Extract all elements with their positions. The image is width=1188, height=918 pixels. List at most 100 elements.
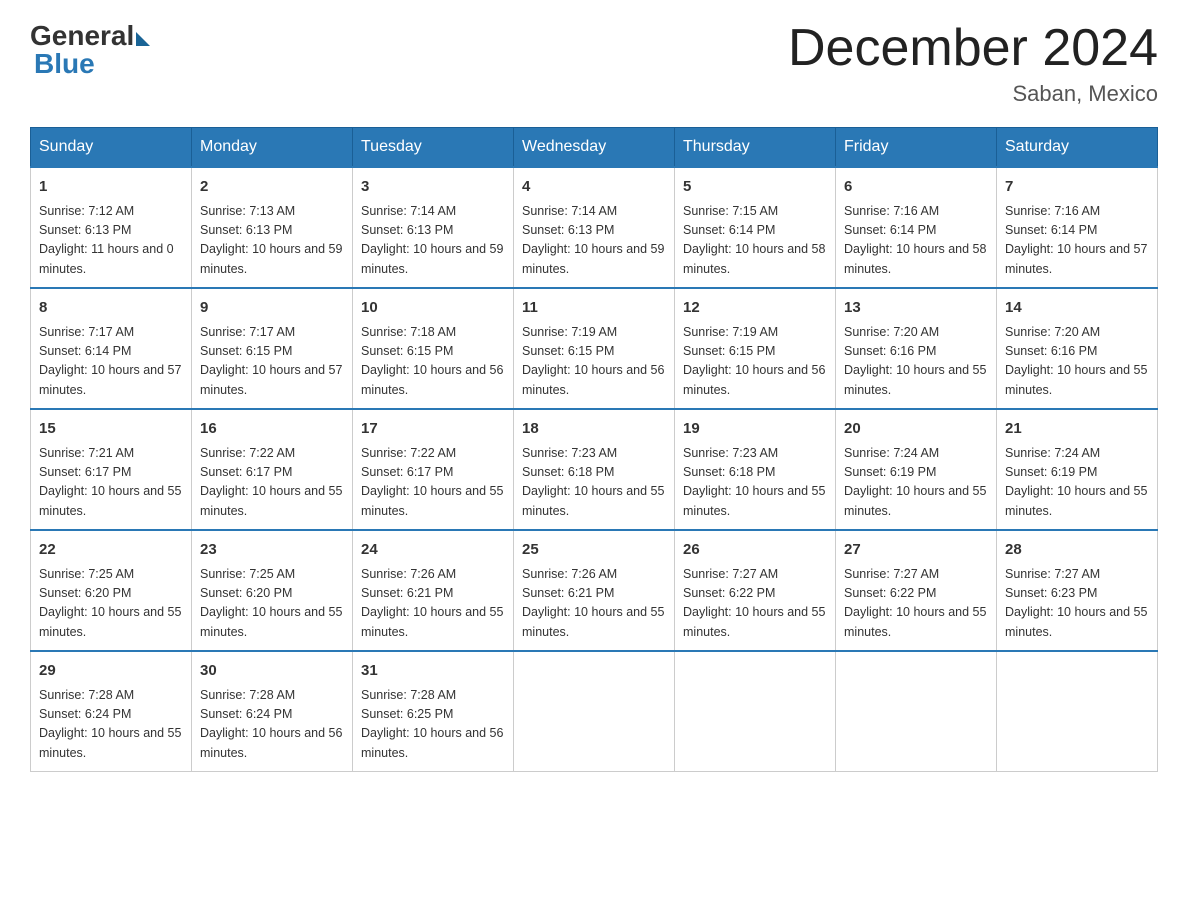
day-info: Sunrise: 7:28 AMSunset: 6:24 PMDaylight:… xyxy=(200,686,344,764)
day-number: 12 xyxy=(683,297,827,320)
column-header-friday: Friday xyxy=(836,128,997,168)
day-info: Sunrise: 7:25 AMSunset: 6:20 PMDaylight:… xyxy=(200,565,344,643)
day-number: 1 xyxy=(39,176,183,199)
calendar-cell: 2 Sunrise: 7:13 AMSunset: 6:13 PMDaylight… xyxy=(192,167,353,288)
calendar-week-row: 1Sunrise: 7:12 AMSunset: 6:13 PMDaylight… xyxy=(31,167,1158,288)
calendar-cell: 29 Sunrise: 7:28 AMSunset: 6:24 PMDayligh… xyxy=(31,651,192,772)
calendar-cell: 4 Sunrise: 7:14 AMSunset: 6:13 PMDaylight… xyxy=(514,167,675,288)
day-number: 9 xyxy=(200,297,344,320)
day-number: 26 xyxy=(683,539,827,562)
calendar-cell: 3Sunrise: 7:14 AMSunset: 6:13 PMDaylight… xyxy=(353,167,514,288)
column-header-thursday: Thursday xyxy=(675,128,836,168)
calendar-cell: 9 Sunrise: 7:17 AMSunset: 6:15 PMDaylight… xyxy=(192,288,353,409)
page-header: General Blue December 2024 Saban, Mexico xyxy=(30,20,1158,107)
calendar-cell xyxy=(836,651,997,772)
calendar-cell: 25Sunrise: 7:26 AMSunset: 6:21 PMDayligh… xyxy=(514,530,675,651)
calendar-cell: 15Sunrise: 7:21 AMSunset: 6:17 PMDayligh… xyxy=(31,409,192,530)
day-info: Sunrise: 7:24 AMSunset: 6:19 PMDaylight:… xyxy=(844,444,988,522)
day-info: Sunrise: 7:26 AMSunset: 6:21 PMDaylight:… xyxy=(361,565,505,643)
day-info: Sunrise: 7:21 AMSunset: 6:17 PMDaylight:… xyxy=(39,444,183,522)
day-number: 27 xyxy=(844,539,988,562)
column-header-sunday: Sunday xyxy=(31,128,192,168)
month-title: December 2024 xyxy=(788,20,1158,77)
day-info: Sunrise: 7:26 AMSunset: 6:21 PMDaylight:… xyxy=(522,565,666,643)
day-info: Sunrise: 7:16 AMSunset: 6:14 PMDaylight:… xyxy=(1005,202,1149,280)
column-header-tuesday: Tuesday xyxy=(353,128,514,168)
day-number: 6 xyxy=(844,176,988,199)
calendar-cell xyxy=(675,651,836,772)
day-info: Sunrise: 7:24 AMSunset: 6:19 PMDaylight:… xyxy=(1005,444,1149,522)
column-header-saturday: Saturday xyxy=(997,128,1158,168)
day-number: 22 xyxy=(39,539,183,562)
calendar-cell: 26Sunrise: 7:27 AMSunset: 6:22 PMDayligh… xyxy=(675,530,836,651)
location-text: Saban, Mexico xyxy=(788,81,1158,107)
day-info: Sunrise: 7:19 AMSunset: 6:15 PMDaylight:… xyxy=(683,323,827,401)
day-number: 17 xyxy=(361,418,505,441)
column-header-wednesday: Wednesday xyxy=(514,128,675,168)
calendar-cell: 27Sunrise: 7:27 AMSunset: 6:22 PMDayligh… xyxy=(836,530,997,651)
day-info: Sunrise: 7:20 AMSunset: 6:16 PMDaylight:… xyxy=(844,323,988,401)
day-info: Sunrise: 7:19 AMSunset: 6:15 PMDaylight:… xyxy=(522,323,666,401)
day-number: 21 xyxy=(1005,418,1149,441)
calendar-cell: 16 Sunrise: 7:22 AMSunset: 6:17 PMDayligh… xyxy=(192,409,353,530)
day-number: 8 xyxy=(39,297,183,320)
calendar-cell xyxy=(997,651,1158,772)
calendar-week-row: 15Sunrise: 7:21 AMSunset: 6:17 PMDayligh… xyxy=(31,409,1158,530)
day-number: 10 xyxy=(361,297,505,320)
day-number: 16 xyxy=(200,418,344,441)
day-number: 5 xyxy=(683,176,827,199)
day-number: 28 xyxy=(1005,539,1149,562)
day-number: 19 xyxy=(683,418,827,441)
calendar-cell: 12 Sunrise: 7:19 AMSunset: 6:15 PMDayligh… xyxy=(675,288,836,409)
calendar-cell: 14Sunrise: 7:20 AMSunset: 6:16 PMDayligh… xyxy=(997,288,1158,409)
calendar-cell: 30 Sunrise: 7:28 AMSunset: 6:24 PMDayligh… xyxy=(192,651,353,772)
day-info: Sunrise: 7:28 AMSunset: 6:24 PMDaylight:… xyxy=(39,686,183,764)
calendar-week-row: 22 Sunrise: 7:25 AMSunset: 6:20 PMDayligh… xyxy=(31,530,1158,651)
day-info: Sunrise: 7:17 AMSunset: 6:15 PMDaylight:… xyxy=(200,323,344,401)
calendar-cell: 22Sunrise: 7:25 AMSunset: 6:20 PMDayligh… xyxy=(31,530,192,651)
calendar-cell: 31Sunrise: 7:28 AMSunset: 6:25 PMDayligh… xyxy=(353,651,514,772)
day-info: Sunrise: 7:14 AMSunset: 6:13 PMDaylight:… xyxy=(361,202,505,280)
day-number: 20 xyxy=(844,418,988,441)
day-number: 14 xyxy=(1005,297,1149,320)
logo-blue-text: Blue xyxy=(34,48,95,80)
calendar-cell: 10Sunrise: 7:18 AMSunset: 6:15 PMDayligh… xyxy=(353,288,514,409)
title-section: December 2024 Saban, Mexico xyxy=(788,20,1158,107)
calendar-cell: 19Sunrise: 7:23 AMSunset: 6:18 PMDayligh… xyxy=(675,409,836,530)
day-info: Sunrise: 7:27 AMSunset: 6:23 PMDaylight:… xyxy=(1005,565,1149,643)
calendar-cell: 8 Sunrise: 7:17 AMSunset: 6:14 PMDaylight… xyxy=(31,288,192,409)
calendar-cell: 21 Sunrise: 7:24 AMSunset: 6:19 PMDayligh… xyxy=(997,409,1158,530)
day-info: Sunrise: 7:22 AMSunset: 6:17 PMDaylight:… xyxy=(200,444,344,522)
column-header-monday: Monday xyxy=(192,128,353,168)
calendar-cell: 18Sunrise: 7:23 AMSunset: 6:18 PMDayligh… xyxy=(514,409,675,530)
day-info: Sunrise: 7:28 AMSunset: 6:25 PMDaylight:… xyxy=(361,686,505,764)
calendar-cell: 7 Sunrise: 7:16 AMSunset: 6:14 PMDaylight… xyxy=(997,167,1158,288)
day-number: 23 xyxy=(200,539,344,562)
calendar-cell: 28 Sunrise: 7:27 AMSunset: 6:23 PMDayligh… xyxy=(997,530,1158,651)
day-info: Sunrise: 7:13 AMSunset: 6:13 PMDaylight:… xyxy=(200,202,344,280)
day-number: 30 xyxy=(200,660,344,683)
calendar-table: SundayMondayTuesdayWednesdayThursdayFrid… xyxy=(30,127,1158,772)
calendar-cell: 24 Sunrise: 7:26 AMSunset: 6:21 PMDayligh… xyxy=(353,530,514,651)
calendar-cell: 13 Sunrise: 7:20 AMSunset: 6:16 PMDayligh… xyxy=(836,288,997,409)
calendar-cell: 20 Sunrise: 7:24 AMSunset: 6:19 PMDayligh… xyxy=(836,409,997,530)
day-number: 7 xyxy=(1005,176,1149,199)
calendar-cell: 1Sunrise: 7:12 AMSunset: 6:13 PMDaylight… xyxy=(31,167,192,288)
logo-arrow-icon xyxy=(136,32,150,46)
day-number: 24 xyxy=(361,539,505,562)
day-info: Sunrise: 7:17 AMSunset: 6:14 PMDaylight:… xyxy=(39,323,183,401)
day-info: Sunrise: 7:14 AMSunset: 6:13 PMDaylight:… xyxy=(522,202,666,280)
day-number: 4 xyxy=(522,176,666,199)
day-info: Sunrise: 7:15 AMSunset: 6:14 PMDaylight:… xyxy=(683,202,827,280)
calendar-week-row: 29 Sunrise: 7:28 AMSunset: 6:24 PMDayligh… xyxy=(31,651,1158,772)
calendar-header-row: SundayMondayTuesdayWednesdayThursdayFrid… xyxy=(31,128,1158,168)
calendar-cell: 17 Sunrise: 7:22 AMSunset: 6:17 PMDayligh… xyxy=(353,409,514,530)
day-info: Sunrise: 7:22 AMSunset: 6:17 PMDaylight:… xyxy=(361,444,505,522)
calendar-cell xyxy=(514,651,675,772)
day-info: Sunrise: 7:16 AMSunset: 6:14 PMDaylight:… xyxy=(844,202,988,280)
calendar-cell: 23 Sunrise: 7:25 AMSunset: 6:20 PMDayligh… xyxy=(192,530,353,651)
day-number: 2 xyxy=(200,176,344,199)
calendar-week-row: 8 Sunrise: 7:17 AMSunset: 6:14 PMDaylight… xyxy=(31,288,1158,409)
day-number: 13 xyxy=(844,297,988,320)
day-number: 29 xyxy=(39,660,183,683)
